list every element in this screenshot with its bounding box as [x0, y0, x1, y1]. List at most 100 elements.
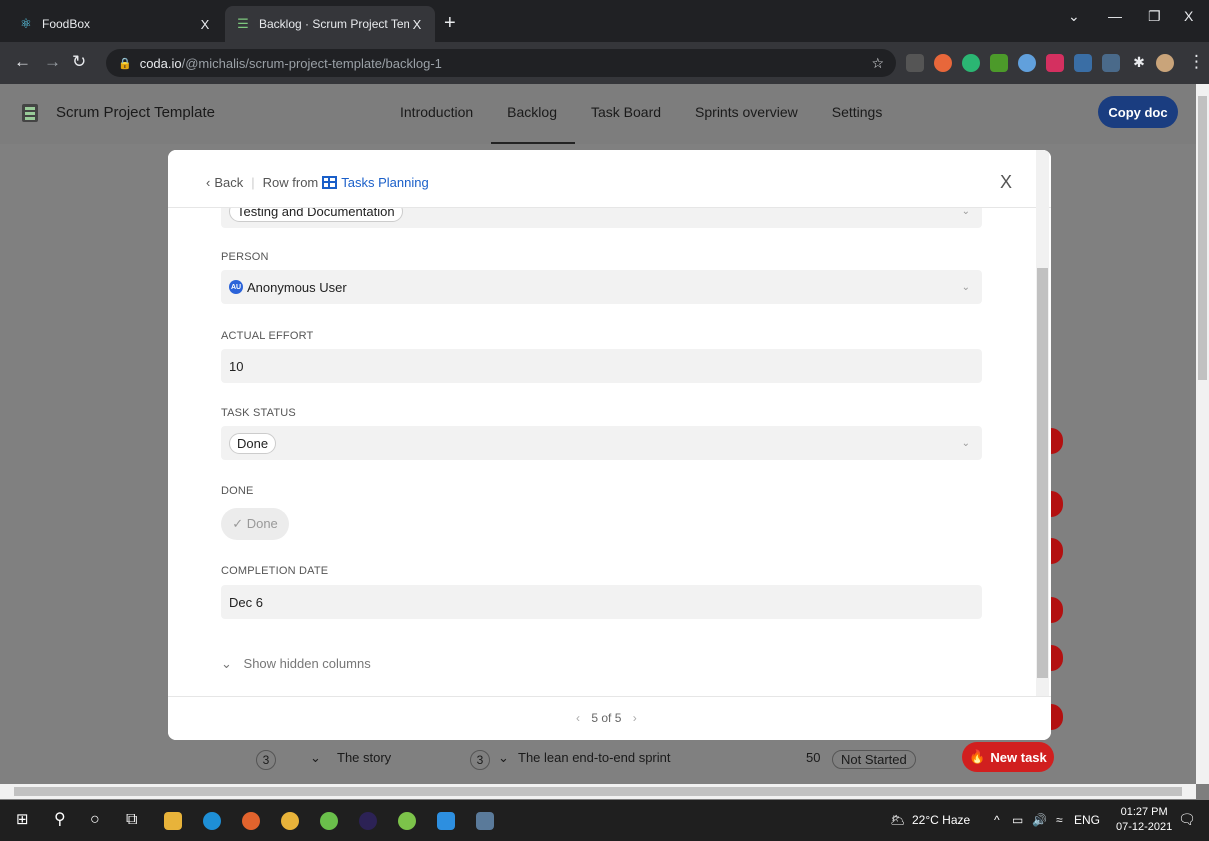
divider: | [251, 175, 255, 190]
chevron-down-icon[interactable]: ⌄ [498, 750, 509, 766]
prev-icon[interactable]: ‹ [576, 711, 580, 725]
url-path: /@michalis/scrum-project-template/backlo… [181, 55, 442, 71]
show-hidden-columns-button[interactable]: ⌄ Show hidden columns [221, 656, 371, 672]
task-status-label: TASK STATUS [221, 407, 296, 419]
eclipse-icon[interactable] [359, 812, 377, 830]
scrollbar-thumb[interactable] [1198, 96, 1207, 380]
tab-settings[interactable]: Settings [832, 104, 883, 120]
tab-backlog[interactable]: ☰ Backlog · Scrum Project Template X [225, 6, 435, 42]
table-row[interactable]: 3 ⌄ The story 3 ⌄ The lean end-to-end sp… [248, 738, 1058, 780]
wifi-icon[interactable]: ≈ [1056, 813, 1063, 827]
extension-icon[interactable] [906, 54, 924, 72]
menu-dots-icon[interactable]: ⋮ [1188, 53, 1205, 71]
tab-introduction[interactable]: Introduction [400, 104, 473, 120]
scrollbar-thumb[interactable] [14, 787, 1182, 796]
back-link[interactable]: Back [214, 175, 243, 190]
extension-icon[interactable] [934, 54, 952, 72]
doc-title[interactable]: Scrum Project Template [56, 104, 215, 121]
tab-foodbox[interactable]: ⚛ FoodBox X [8, 6, 223, 42]
task-status-field[interactable]: Done ⌄ [221, 426, 982, 460]
clock[interactable]: 01:27 PM 07-12-2021 [1116, 805, 1172, 835]
person-label: PERSON [221, 251, 269, 263]
language-indicator[interactable]: ENG [1074, 813, 1100, 827]
tab-backlog[interactable]: Backlog [491, 104, 575, 144]
weather-text[interactable]: 22°C Haze [912, 813, 970, 827]
tab-sprints-overview[interactable]: Sprints overview [695, 104, 798, 120]
back-arrow-icon[interactable]: ← [14, 53, 31, 71]
url-input[interactable]: 🔒 coda.io/@michalis/scrum-project-templa… [106, 49, 896, 77]
notification-icon[interactable]: 🗨 [1178, 811, 1196, 828]
extension-icon[interactable] [1102, 54, 1120, 72]
breadcrumb: ‹ Back | Row from Tasks Planning [206, 175, 429, 190]
completion-date-field[interactable]: Dec 6 [221, 585, 982, 619]
person-value: Anonymous User [247, 279, 347, 295]
edge-icon[interactable] [203, 812, 221, 830]
row-detail-modal: Testing and Documentation ⌄ ‹ Back | Row… [168, 150, 1051, 740]
chevron-down-icon[interactable]: ⌄ [310, 750, 321, 766]
vscode-icon[interactable] [437, 812, 455, 830]
new-tab-button[interactable]: + [444, 13, 456, 33]
tab-task-board[interactable]: Task Board [591, 104, 661, 120]
tab-label: FoodBox [42, 17, 91, 31]
extension-icon[interactable] [1018, 54, 1036, 72]
person-field[interactable]: AU Anonymous User ⌄ [221, 270, 982, 304]
new-task-button[interactable]: 🔥 New task [962, 742, 1054, 772]
windows-start-icon[interactable]: ⊞ [16, 810, 29, 830]
chrome-icon[interactable] [281, 812, 299, 830]
page-scrollbar[interactable] [1196, 84, 1209, 784]
completion-date-label: COMPLETION DATE [221, 565, 329, 577]
extension-icon[interactable] [990, 54, 1008, 72]
chevron-left-icon[interactable]: ‹ [206, 175, 210, 190]
close-icon[interactable]: X [1000, 172, 1012, 193]
scrollbar-thumb[interactable] [1037, 268, 1048, 678]
copy-doc-button[interactable]: Copy doc [1098, 96, 1178, 128]
weather-icon[interactable]: 🌥 [890, 813, 905, 827]
bookmark-star-icon[interactable]: ☆ [871, 55, 884, 72]
forward-arrow-icon[interactable]: → [44, 53, 61, 71]
actual-effort-field[interactable]: 10 [221, 349, 982, 383]
battery-icon[interactable]: ▭ [1012, 813, 1023, 827]
extension-icon[interactable] [1074, 54, 1092, 72]
completion-date-value: Dec 6 [229, 594, 263, 610]
table-link[interactable]: Tasks Planning [341, 175, 428, 190]
avatar[interactable] [1156, 54, 1174, 72]
app-icon[interactable] [398, 812, 416, 830]
firefox-icon[interactable] [242, 812, 260, 830]
modal-scrollbar[interactable] [1036, 150, 1049, 696]
chevron-down-icon: ⌄ [221, 656, 232, 671]
doc-icon [22, 104, 38, 122]
done-toggle-button[interactable]: ✓ Done [221, 508, 289, 540]
minimize-button[interactable]: — [1108, 8, 1122, 24]
extension-icon[interactable] [1046, 54, 1064, 72]
clock-date: 07-12-2021 [1116, 821, 1173, 833]
doc-nav: Introduction Backlog Task Board Sprints … [400, 104, 916, 144]
search-icon[interactable]: ⚲ [54, 810, 66, 830]
avatar: AU [229, 280, 243, 294]
volume-icon[interactable]: 🔊 [1032, 813, 1047, 827]
horizontal-scrollbar[interactable] [0, 784, 1196, 799]
task-view-icon[interactable]: ⧉ [126, 810, 137, 830]
count-badge: 3 [470, 750, 490, 770]
window-close-button[interactable]: X [1184, 8, 1193, 24]
modal-footer: ‹ 5 of 5 › [168, 696, 1051, 740]
file-explorer-icon[interactable] [164, 812, 182, 830]
sprint-cell: The lean end-to-end sprint [518, 750, 671, 765]
tab-search-icon[interactable]: ⌄ [1068, 8, 1080, 25]
chevron-up-icon[interactable]: ^ [994, 813, 1000, 827]
show-hidden-label: Show hidden columns [243, 656, 371, 671]
row-from-label: Row from [262, 175, 319, 190]
modal-header: ‹ Back | Row from Tasks Planning X [168, 150, 1051, 208]
tab-close-button[interactable]: X [197, 17, 213, 32]
spring-icon[interactable] [320, 812, 338, 830]
flame-icon: 🔥 [969, 749, 986, 764]
puzzle-icon[interactable]: ✱ [1130, 54, 1148, 72]
grammarly-icon[interactable] [962, 54, 980, 72]
count-badge: 3 [256, 750, 276, 770]
lock-icon: 🔒 [118, 57, 132, 70]
maximize-button[interactable]: ❐ [1148, 8, 1161, 25]
reload-icon[interactable]: ↻ [72, 53, 86, 71]
tab-close-button[interactable]: X [409, 17, 425, 32]
app-icon[interactable] [476, 812, 494, 830]
cortana-icon[interactable]: ○ [90, 810, 100, 830]
next-icon[interactable]: › [633, 711, 637, 725]
